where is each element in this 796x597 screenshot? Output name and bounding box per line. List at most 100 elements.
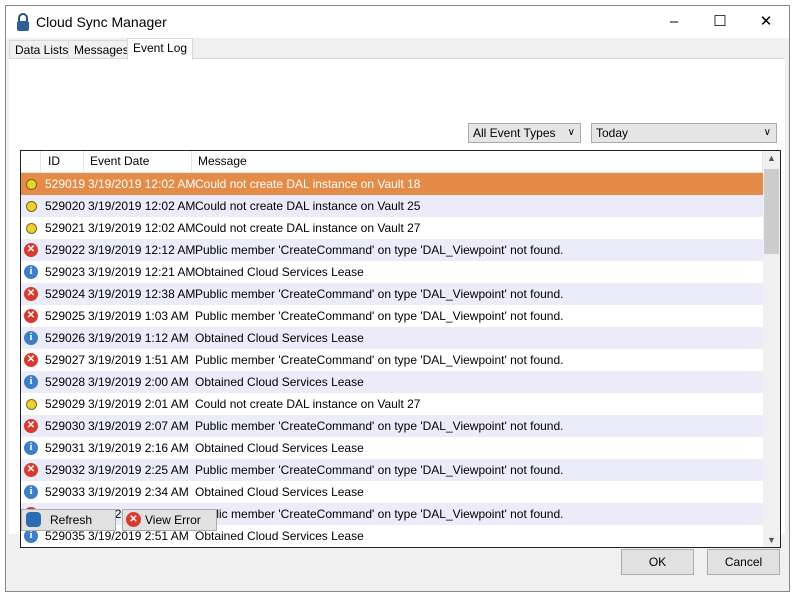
error-icon: ✕ bbox=[24, 243, 38, 257]
scroll-up-icon[interactable]: ▲ bbox=[763, 153, 780, 163]
title-bar: Cloud Sync Manager – ☐ ✕ bbox=[6, 6, 789, 38]
row-message: Could not create DAL instance on Vault 2… bbox=[195, 199, 421, 213]
row-date: 3/19/2019 12:02 AM bbox=[88, 177, 196, 191]
date-range-value: Today bbox=[596, 126, 629, 140]
row-message: Public member 'CreateCommand' on type 'D… bbox=[195, 309, 564, 323]
row-date: 3/19/2019 2:16 AM bbox=[88, 441, 189, 455]
table-row[interactable]: i 529023 3/19/2019 12:21 AM Obtained Cloud … bbox=[21, 261, 763, 283]
scroll-down-icon[interactable]: ▼ bbox=[763, 535, 780, 545]
row-message: Could not create DAL instance on Vault 1… bbox=[195, 177, 421, 191]
row-date: 3/19/2019 2:34 AM bbox=[88, 485, 189, 499]
table-row[interactable]: ✕ 529022 3/19/2019 12:12 AM Public member '… bbox=[21, 239, 763, 261]
refresh-button[interactable]: Refresh bbox=[21, 509, 116, 531]
row-date: 3/19/2019 12:12 AM bbox=[88, 243, 196, 257]
scrollbar-thumb[interactable] bbox=[764, 169, 779, 254]
row-date: 3/19/2019 1:12 AM bbox=[88, 331, 189, 345]
chevron-down-icon: ∨ bbox=[763, 127, 771, 138]
table-row[interactable]: 529020 3/19/2019 12:02 AM Could not create… bbox=[21, 195, 763, 217]
table-row[interactable]: 529021 3/19/2019 12:02 AM Could not create… bbox=[21, 217, 763, 239]
minimize-button[interactable]: – bbox=[651, 6, 697, 38]
row-date: 3/19/2019 12:02 AM bbox=[88, 199, 196, 213]
row-message: Obtained Cloud Services Lease bbox=[195, 331, 364, 345]
vertical-scrollbar[interactable]: ▲ ▼ bbox=[763, 151, 780, 547]
column-header-date[interactable]: Event Date bbox=[84, 151, 192, 172]
row-date: 3/19/2019 1:51 AM bbox=[88, 353, 189, 367]
tab-event-log[interactable]: Event Log bbox=[127, 38, 194, 60]
row-date: 3/19/2019 1:03 AM bbox=[88, 309, 189, 323]
error-icon: ✕ bbox=[126, 512, 141, 527]
row-id: 529027 bbox=[45, 353, 86, 367]
error-icon: ✕ bbox=[24, 287, 38, 301]
ok-button[interactable]: OK bbox=[621, 549, 694, 575]
warning-icon bbox=[26, 223, 37, 234]
error-icon: ✕ bbox=[24, 419, 38, 433]
table-row[interactable]: i 529026 3/19/2019 1:12 AM Obtained Cloud S… bbox=[21, 327, 763, 349]
table-row[interactable]: 529019 3/19/2019 12:02 AM Could not create… bbox=[21, 173, 763, 195]
info-icon: i bbox=[24, 529, 38, 543]
row-date: 3/19/2019 2:25 AM bbox=[88, 463, 189, 477]
tab-messages[interactable]: Messages bbox=[68, 40, 135, 60]
maximize-button[interactable]: ☐ bbox=[697, 6, 743, 38]
column-header-message[interactable]: Message bbox=[192, 151, 763, 172]
table-row[interactable]: ✕ 529030 3/19/2019 2:07 AM Public member 'C… bbox=[21, 415, 763, 437]
row-message: Could not create DAL instance on Vault 2… bbox=[195, 221, 421, 235]
table-row[interactable]: i 529031 3/19/2019 2:16 AM Obtained Cloud S… bbox=[21, 437, 763, 459]
row-message: Public member 'CreateCommand' on type 'D… bbox=[195, 507, 564, 521]
error-icon: ✕ bbox=[24, 353, 38, 367]
row-message: Public member 'CreateCommand' on type 'D… bbox=[195, 287, 564, 301]
event-type-select[interactable]: All Event Types ∨ bbox=[468, 123, 581, 143]
row-message: Obtained Cloud Services Lease bbox=[195, 375, 364, 389]
event-type-value: All Event Types bbox=[473, 126, 556, 140]
refresh-label: Refresh bbox=[50, 513, 93, 527]
table-row[interactable]: ✕ 529024 3/19/2019 12:38 AM Public member '… bbox=[21, 283, 763, 305]
row-id: 529020 bbox=[45, 199, 86, 213]
refresh-icon bbox=[26, 512, 41, 527]
close-button[interactable]: ✕ bbox=[743, 6, 789, 38]
info-icon: i bbox=[24, 485, 38, 499]
row-date: 3/19/2019 2:01 AM bbox=[88, 397, 189, 411]
row-id: 529031 bbox=[45, 441, 86, 455]
lock-icon bbox=[17, 13, 29, 31]
date-range-select[interactable]: Today ∨ bbox=[591, 123, 777, 143]
row-date: 3/19/2019 12:21 AM bbox=[88, 265, 196, 279]
table-row[interactable]: i 529028 3/19/2019 2:00 AM Obtained Cloud S… bbox=[21, 371, 763, 393]
info-icon: i bbox=[24, 265, 38, 279]
chevron-down-icon: ∨ bbox=[567, 127, 575, 138]
cancel-button[interactable]: Cancel bbox=[707, 549, 780, 575]
warning-icon bbox=[26, 201, 37, 212]
row-id: 529021 bbox=[45, 221, 86, 235]
row-id: 529032 bbox=[45, 463, 86, 477]
row-message: Obtained Cloud Services Lease bbox=[195, 265, 364, 279]
info-icon: i bbox=[24, 441, 38, 455]
row-id: 529019 bbox=[45, 177, 86, 191]
table-row[interactable]: ✕ 529032 3/19/2019 2:25 AM Public member 'C… bbox=[21, 459, 763, 481]
error-icon: ✕ bbox=[24, 463, 38, 477]
event-log-panel: All Event Types ∨ Today ∨ ID Event Date Me… bbox=[9, 58, 785, 548]
table-row[interactable]: ✕ 529025 3/19/2019 1:03 AM Public member 'C… bbox=[21, 305, 763, 327]
column-header-icon[interactable] bbox=[21, 151, 41, 172]
row-id: 529029 bbox=[45, 397, 86, 411]
window-title: Cloud Sync Manager bbox=[36, 14, 167, 30]
main-window: Cloud Sync Manager – ☐ ✕ Data Lists Mess… bbox=[5, 5, 790, 592]
table-row[interactable]: i 529033 3/19/2019 2:34 AM Obtained Cloud S… bbox=[21, 481, 763, 503]
view-error-button[interactable]: ✕ View Error bbox=[122, 509, 217, 531]
row-date: 3/19/2019 2:00 AM bbox=[88, 375, 189, 389]
event-list[interactable]: ID Event Date Message 529019 3/19/2019 12… bbox=[20, 150, 781, 548]
row-message: Public member 'CreateCommand' on type 'D… bbox=[195, 243, 564, 257]
list-header: ID Event Date Message bbox=[21, 151, 763, 173]
table-row[interactable]: 529029 3/19/2019 2:01 AM Could not create … bbox=[21, 393, 763, 415]
tab-data-lists[interactable]: Data Lists bbox=[9, 40, 75, 60]
row-id: 529033 bbox=[45, 485, 86, 499]
row-id: 529030 bbox=[45, 419, 86, 433]
table-row[interactable]: ✕ 529027 3/19/2019 1:51 AM Public member 'C… bbox=[21, 349, 763, 371]
row-id: 529025 bbox=[45, 309, 86, 323]
column-header-id[interactable]: ID bbox=[41, 151, 84, 172]
row-message: Obtained Cloud Services Lease bbox=[195, 441, 364, 455]
row-message: Obtained Cloud Services Lease bbox=[195, 485, 364, 499]
row-id: 529028 bbox=[45, 375, 86, 389]
row-date: 3/19/2019 12:38 AM bbox=[88, 287, 196, 301]
warning-icon bbox=[26, 399, 37, 410]
row-date: 3/19/2019 12:02 AM bbox=[88, 221, 196, 235]
row-id: 529026 bbox=[45, 331, 86, 345]
info-icon: i bbox=[24, 331, 38, 345]
